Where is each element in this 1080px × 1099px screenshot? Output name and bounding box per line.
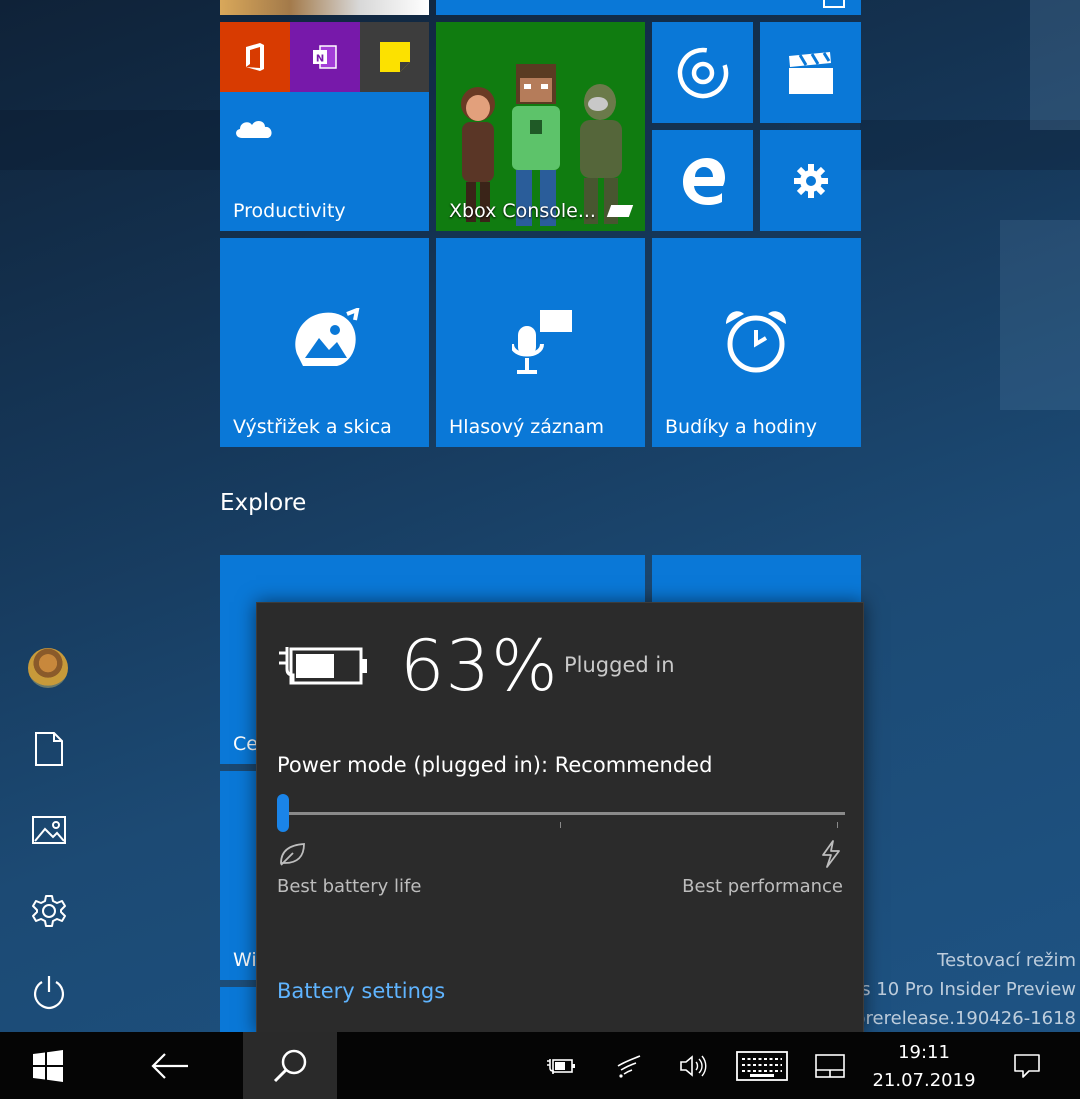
onedrive-cloud-icon xyxy=(232,116,276,140)
watermark-line: Testovací režim xyxy=(937,950,1076,971)
tile-badge-icon xyxy=(606,205,634,217)
tile-groove-music[interactable] xyxy=(652,22,753,123)
tile-productivity[interactable]: N Productivity xyxy=(220,22,429,231)
tile-edge[interactable] xyxy=(652,130,753,231)
search-icon xyxy=(273,1049,307,1082)
keyboard-icon xyxy=(736,1050,788,1081)
microphone-icon xyxy=(512,308,574,378)
watermark-line: orerelease.190426-1618 xyxy=(854,1008,1076,1029)
power-icon[interactable] xyxy=(28,971,70,1013)
slider-tick xyxy=(560,822,561,828)
notification-icon xyxy=(1014,1053,1040,1078)
watermark-line: s 10 Pro Insider Preview xyxy=(861,979,1076,1000)
start-button[interactable] xyxy=(0,1032,95,1099)
document-icon[interactable] xyxy=(28,728,70,770)
clapperboard-icon xyxy=(786,48,836,98)
wallpaper-light xyxy=(1000,220,1080,410)
battery-tray-button[interactable] xyxy=(537,1032,585,1099)
tile-snip-sketch[interactable]: Výstřižek a skica xyxy=(220,238,429,447)
settings-icon[interactable] xyxy=(28,890,70,932)
tile-settings[interactable] xyxy=(760,130,861,231)
tile-xbox-console[interactable]: Xbox Console... xyxy=(436,22,645,231)
wallpaper-light xyxy=(1030,0,1080,130)
best-battery-life-label: Best battery life xyxy=(277,876,422,897)
groove-music-icon xyxy=(676,46,730,100)
leaf-icon xyxy=(277,841,307,871)
tile-label: Budíky a hodiny xyxy=(665,416,817,438)
battery-flyout: 63% Plugged in Power mode (plugged in): … xyxy=(256,602,864,1034)
back-arrow-icon xyxy=(150,1052,188,1079)
power-mode-slider-thumb[interactable] xyxy=(277,794,289,832)
wallpaper-beam xyxy=(0,110,220,170)
edge-icon xyxy=(678,156,728,206)
search-button[interactable] xyxy=(243,1032,337,1099)
power-mode-label: Power mode (plugged in): Recommended xyxy=(277,753,713,777)
wifi-icon xyxy=(617,1054,641,1078)
taskbar: 19:11 21.07.2019 xyxy=(0,1032,1080,1099)
taskbar-clock[interactable]: 19:11 21.07.2019 xyxy=(864,1032,984,1099)
charging-status: Plugged in xyxy=(564,653,675,677)
tile-label: Výstřižek a skica xyxy=(233,416,392,438)
tile-label: Wi xyxy=(233,949,257,971)
clock-time: 19:11 xyxy=(898,1042,950,1063)
tile-label: Hlasový záznam xyxy=(449,416,605,438)
tile-label: Xbox Console... xyxy=(449,200,596,222)
onenote-icon: N xyxy=(313,45,337,69)
sticky-notes-mini-tile[interactable] xyxy=(360,22,429,92)
tile-alarms-clock[interactable]: Budíky a hodiny xyxy=(652,238,861,447)
network-tray-button[interactable] xyxy=(605,1032,653,1099)
power-mode-slider-track[interactable] xyxy=(279,812,845,815)
tile-label: Productivity xyxy=(233,200,346,222)
windows-logo-icon xyxy=(32,1049,63,1082)
tile-photos-partial[interactable] xyxy=(220,0,429,15)
battery-plug-icon xyxy=(547,1058,575,1074)
office-mini-tile[interactable] xyxy=(220,22,290,92)
pictures-icon[interactable] xyxy=(28,809,70,851)
clock-date: 21.07.2019 xyxy=(872,1070,976,1091)
onenote-mini-tile[interactable]: N xyxy=(290,22,360,92)
battery-plug-large-icon xyxy=(277,639,369,693)
battery-settings-link[interactable]: Battery settings xyxy=(277,979,445,1003)
touch-keyboard-button[interactable] xyxy=(734,1032,790,1099)
tile-movies-tv[interactable] xyxy=(760,22,861,123)
volume-tray-button[interactable] xyxy=(670,1032,718,1099)
avatar[interactable] xyxy=(28,648,68,688)
touchpad-icon xyxy=(815,1053,845,1078)
svg-text:N: N xyxy=(316,54,324,65)
battery-percent: 63% xyxy=(400,625,559,707)
alarm-clock-icon xyxy=(722,306,790,374)
slider-tick xyxy=(837,822,838,828)
tile-calendar-partial[interactable] xyxy=(436,0,861,15)
tile-label: Ce xyxy=(233,733,258,755)
volume-icon xyxy=(680,1054,707,1077)
touchpad-button[interactable] xyxy=(806,1032,854,1099)
office-icon xyxy=(246,43,264,71)
back-button[interactable] xyxy=(122,1032,217,1099)
group-title-explore: Explore xyxy=(220,490,307,516)
best-performance-label: Best performance xyxy=(682,876,843,897)
sticky-notes-icon xyxy=(379,42,410,72)
action-center-button[interactable] xyxy=(1000,1032,1054,1099)
calendar-icon xyxy=(823,0,845,8)
snip-sketch-icon xyxy=(289,308,361,372)
settings-gear-icon xyxy=(792,162,830,200)
tile-voice-recorder[interactable]: Hlasový záznam xyxy=(436,238,645,447)
lightning-icon xyxy=(819,839,843,873)
